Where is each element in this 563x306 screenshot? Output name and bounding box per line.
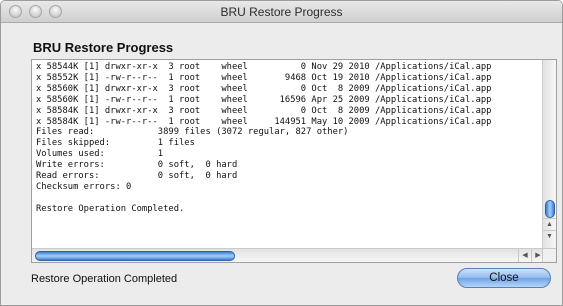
log-line: x 58584K [1] drwxr-xr-x 3 root wheel 0 O… xyxy=(36,105,492,116)
restore-progress-window: BRU Restore Progress BRU Restore Progres… xyxy=(0,0,563,306)
log-line: x 58560K [1] -rw-r--r-- 1 root wheel 165… xyxy=(36,94,492,105)
window-title: BRU Restore Progress xyxy=(220,5,343,19)
log-line: x 58544K [1] drwxr-xr-x 3 root wheel 0 N… xyxy=(36,62,492,72)
log-line: Files read: 3899 files (3072 regular, 82… xyxy=(36,127,349,138)
vertical-scroll-thumb[interactable] xyxy=(545,200,555,218)
log-line: x 58552K [1] -rw-r--r-- 1 root wheel 946… xyxy=(36,72,492,83)
log-line: Read errors: 0 soft, 0 hard xyxy=(36,171,238,182)
log-line: x 58560K [1] drwxr-xr-x 3 root wheel 0 O… xyxy=(36,83,492,94)
log-line: Checksum errors: 0 xyxy=(36,181,132,192)
log-output-box[interactable]: x 58544K [1] drwxr-xr-x 3 root wheel 0 N… xyxy=(31,59,557,263)
page-title: BRU Restore Progress xyxy=(33,40,174,55)
log-line: Write errors: 0 soft, 0 hard xyxy=(36,160,238,171)
log-text: x 58544K [1] drwxr-xr-x 3 root wheel 0 N… xyxy=(36,62,540,242)
log-line: Restore Operation Completed. xyxy=(36,203,185,214)
vertical-scrollbar[interactable]: ▲ ▼ xyxy=(542,60,556,250)
log-line: Volumes used: 1 xyxy=(36,149,164,160)
horizontal-scroll-thumb[interactable] xyxy=(35,251,235,261)
scroll-corner xyxy=(542,248,556,262)
status-text: Restore Operation Completed xyxy=(31,273,178,285)
title-bar[interactable]: BRU Restore Progress xyxy=(1,1,562,23)
horizontal-scrollbar[interactable]: ◀ ▶ xyxy=(32,248,544,262)
scroll-up-arrow-icon[interactable]: ▲ xyxy=(543,218,556,230)
close-button[interactable]: Close xyxy=(457,268,551,288)
scroll-left-arrow-icon[interactable]: ◀ xyxy=(518,249,531,262)
log-line: x 58584K [1] -rw-r--r-- 1 root wheel 144… xyxy=(36,116,492,127)
scroll-down-arrow-icon[interactable]: ▼ xyxy=(543,230,556,242)
log-line: Files skipped: 1 files xyxy=(36,138,195,149)
